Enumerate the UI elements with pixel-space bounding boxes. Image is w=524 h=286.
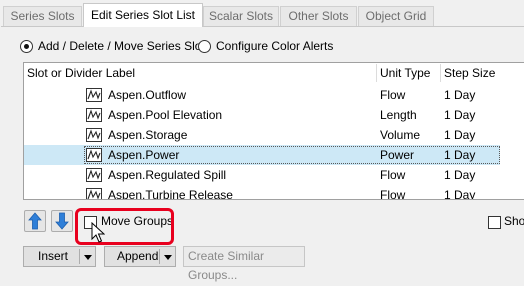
slot-label: Aspen.Turbine Release bbox=[108, 188, 233, 200]
tab-edit-series-slot-list[interactable]: Edit Series Slot List bbox=[83, 3, 203, 27]
show-label[interactable]: Show bbox=[504, 214, 524, 228]
column-header-unit-type[interactable]: Unit Type bbox=[377, 63, 430, 83]
slot-label: Aspen.Pool Elevation bbox=[108, 108, 223, 122]
column-header-step-size[interactable]: Step Size bbox=[441, 63, 495, 83]
table-row[interactable]: Aspen.Outflow Flow 1 Day bbox=[24, 85, 500, 105]
tab-series-slots[interactable]: Series Slots bbox=[3, 6, 82, 26]
tab-bar: Series Slots Edit Series Slot List Scala… bbox=[0, 0, 524, 27]
series-slot-icon bbox=[86, 148, 102, 162]
table-row[interactable]: Aspen.Regulated Spill Flow 1 Day bbox=[24, 165, 500, 185]
radio-add-delete-move[interactable]: Add / Delete / Move Series Slot bbox=[20, 38, 205, 54]
arrow-up-icon bbox=[28, 212, 42, 230]
mouse-cursor-icon bbox=[91, 222, 105, 243]
radio-button-checked[interactable] bbox=[20, 39, 33, 53]
series-slot-list[interactable]: Slot or Divider Label Unit Type Step Siz… bbox=[23, 62, 524, 200]
insert-button[interactable]: Insert bbox=[23, 246, 96, 267]
radio-configure-color-alerts[interactable]: Configure Color Alerts bbox=[198, 38, 333, 54]
append-label: Append bbox=[117, 249, 159, 263]
split-divider bbox=[79, 249, 80, 264]
table-row[interactable]: Aspen.Storage Volume 1 Day bbox=[24, 125, 500, 145]
create-similar-groups-button[interactable]: Create Similar Groups... bbox=[183, 246, 305, 282]
table-row[interactable]: Aspen.Pool Elevation Length 1 Day bbox=[24, 105, 500, 125]
slot-label: Aspen.Regulated Spill bbox=[108, 168, 227, 182]
create-similar-groups-label: Create Similar Groups... bbox=[188, 249, 265, 282]
series-slot-icon bbox=[86, 128, 102, 142]
slot-label: Aspen.Storage bbox=[108, 128, 188, 142]
series-slot-icon bbox=[86, 88, 102, 102]
series-slot-icon bbox=[86, 188, 102, 199]
show-checkbox[interactable] bbox=[488, 216, 501, 229]
slot-unit-type: Flow bbox=[380, 168, 406, 182]
append-button[interactable]: Append bbox=[104, 246, 176, 267]
radio-label-configure-color-alerts: Configure Color Alerts bbox=[216, 39, 334, 53]
split-divider bbox=[159, 249, 160, 264]
arrow-down-icon bbox=[55, 212, 69, 230]
annotation-highlight-box bbox=[75, 208, 174, 245]
move-up-button[interactable] bbox=[24, 210, 46, 232]
slot-unit-type: Power bbox=[380, 148, 415, 162]
slot-step-size: 1 Day bbox=[444, 188, 476, 200]
slot-label: Aspen.Power bbox=[108, 148, 180, 162]
dropdown-arrow-icon[interactable] bbox=[164, 255, 172, 260]
slot-step-size: 1 Day bbox=[444, 128, 476, 142]
slot-unit-type: Flow bbox=[380, 188, 406, 200]
slot-unit-type: Volume bbox=[380, 128, 421, 142]
slot-step-size: 1 Day bbox=[444, 108, 476, 122]
radio-label-add-delete-move: Add / Delete / Move Series Slot bbox=[38, 39, 205, 53]
list-header: Slot or Divider Label Unit Type Step Siz… bbox=[24, 63, 524, 83]
insert-label: Insert bbox=[38, 249, 69, 263]
slot-step-size: 1 Day bbox=[444, 88, 476, 102]
series-slot-icon bbox=[86, 168, 102, 182]
tab-other-slots[interactable]: Other Slots bbox=[280, 6, 357, 26]
slot-unit-type: Flow bbox=[380, 88, 406, 102]
move-down-button[interactable] bbox=[51, 210, 73, 232]
column-header-label[interactable]: Slot or Divider Label bbox=[24, 63, 135, 83]
series-slot-icon bbox=[86, 108, 102, 122]
tab-scalar-slots[interactable]: Scalar Slots bbox=[203, 6, 279, 26]
slot-step-size: 1 Day bbox=[444, 148, 476, 162]
slot-unit-type: Length bbox=[380, 108, 417, 122]
slot-step-size: 1 Day bbox=[444, 168, 476, 182]
table-row[interactable]: Aspen.Turbine Release Flow 1 Day bbox=[24, 185, 500, 200]
radio-button-unchecked[interactable] bbox=[198, 39, 211, 53]
table-row-selected[interactable]: Aspen.Power Power 1 Day bbox=[24, 145, 500, 165]
tab-object-grid[interactable]: Object Grid bbox=[358, 6, 434, 26]
slot-label: Aspen.Outflow bbox=[108, 88, 187, 102]
dropdown-arrow-icon[interactable] bbox=[84, 255, 92, 260]
